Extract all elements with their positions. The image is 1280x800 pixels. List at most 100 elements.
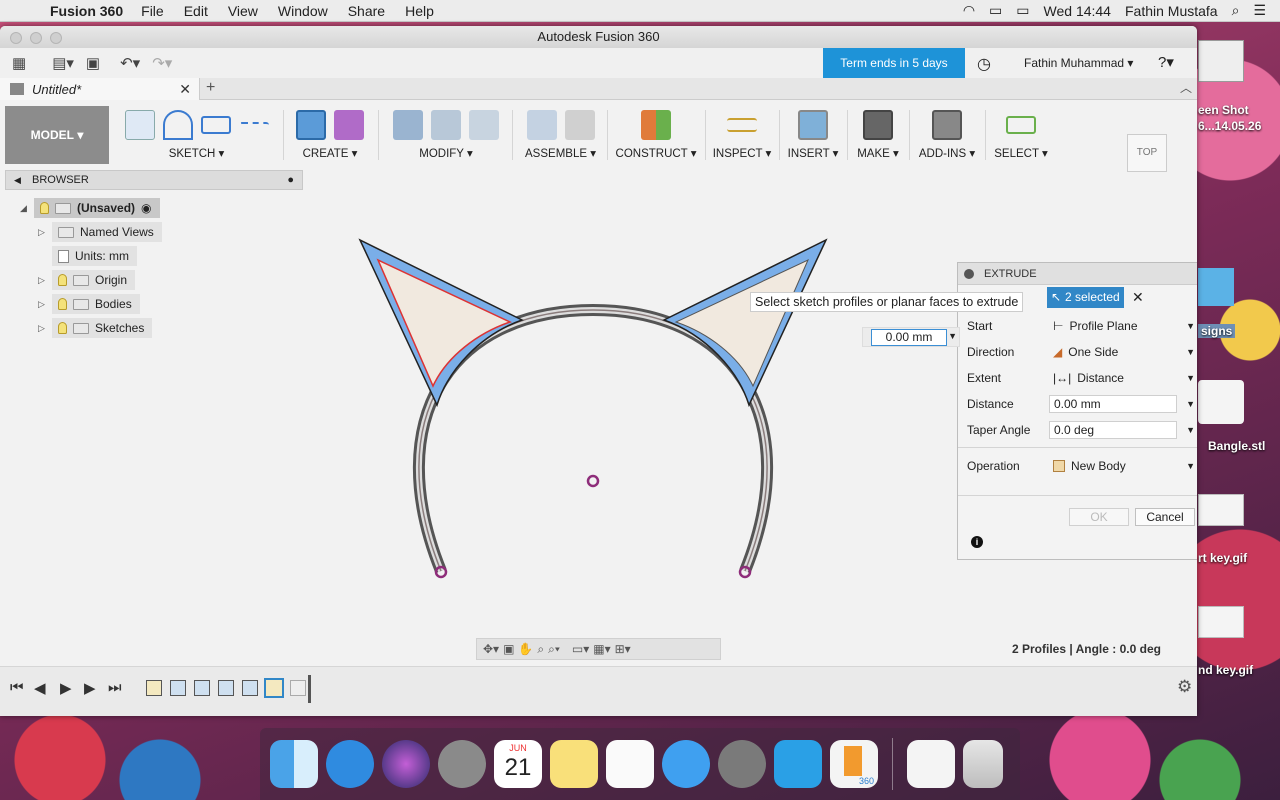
fusion-360-icon[interactable]: 360 <box>830 740 878 788</box>
measure-icon[interactable] <box>727 118 757 132</box>
reminders-icon[interactable] <box>606 740 654 788</box>
folder-icon[interactable] <box>1198 268 1234 306</box>
make-group[interactable]: MAKE ▾ <box>852 106 904 164</box>
browser-item-sketches[interactable]: ▷ Sketches <box>38 318 153 338</box>
account-menu[interactable]: Fathin Muhammad ▾ <box>1024 48 1133 78</box>
new-tab-icon[interactable]: + <box>206 79 215 97</box>
airplay-icon[interactable]: ▭ <box>989 2 1002 19</box>
expand-triangle-icon[interactable]: ▷ <box>38 299 52 310</box>
zoom-icon[interactable]: ⌕ <box>537 642 544 657</box>
browser-root[interactable]: ◢ (Unsaved) ◉ <box>20 198 160 218</box>
canvas-distance-value[interactable]: 0.00 mm <box>871 329 947 346</box>
center-point[interactable] <box>586 474 600 488</box>
menu-window[interactable]: Window <box>278 3 328 19</box>
rectangle-icon[interactable] <box>200 116 231 134</box>
line-icon[interactable] <box>162 110 193 140</box>
undo-icon[interactable]: ↶▾ <box>114 48 146 78</box>
system-preferences-icon[interactable] <box>718 740 766 788</box>
timeline-feature[interactable] <box>218 680 234 696</box>
extrude-dialog-header[interactable]: EXTRUDE <box>958 263 1197 285</box>
look-at-icon[interactable]: ▣ <box>503 642 514 656</box>
expand-triangle-icon[interactable]: ▷ <box>38 275 52 286</box>
file-menu-icon[interactable]: ▤▾ <box>46 48 80 78</box>
siri-icon[interactable] <box>382 740 430 788</box>
save-icon[interactable]: ▣ <box>80 48 106 78</box>
gif-file-icon[interactable] <box>1198 494 1244 526</box>
3d-print-icon[interactable] <box>863 110 893 140</box>
create-group[interactable]: CREATE ▾ <box>290 106 370 164</box>
direction-select[interactable]: ◢ One Side ▼ <box>1049 342 1195 362</box>
close-window-button[interactable] <box>10 32 22 44</box>
operation-select[interactable]: New Body ▼ <box>1049 456 1195 476</box>
extrude-icon[interactable] <box>296 110 326 140</box>
menu-edit[interactable]: Edit <box>184 3 208 19</box>
browser-item-bodies[interactable]: ▷ Bodies <box>38 294 140 314</box>
fillet-icon[interactable] <box>431 110 461 140</box>
visibility-bulb-icon[interactable] <box>58 322 67 334</box>
construct-group[interactable]: CONSTRUCT ▾ <box>612 106 700 164</box>
joint-icon[interactable] <box>564 110 595 140</box>
job-status-clock-icon[interactable]: ◷ <box>977 54 991 74</box>
desktop-file-label[interactable]: signs <box>1198 324 1236 338</box>
orbit-icon[interactable]: ✥▾ <box>483 642 499 656</box>
headband-arc[interactable] <box>412 303 774 574</box>
chevron-down-icon[interactable]: ▼ <box>1186 425 1195 435</box>
modify-group[interactable]: MODIFY ▾ <box>385 106 507 164</box>
browser-item-origin[interactable]: ▷ Origin <box>38 270 136 290</box>
safari-icon[interactable] <box>326 740 374 788</box>
inspect-group[interactable]: INSPECT ▾ <box>710 106 774 164</box>
calendar-icon[interactable]: JUN 21 <box>494 740 542 788</box>
gear-icon[interactable]: ⚙ <box>1177 677 1192 697</box>
wifi-icon[interactable]: ◠ <box>963 2 975 19</box>
visibility-bulb-icon[interactable] <box>40 202 49 214</box>
browser-item-named-views[interactable]: ▷ Named Views <box>38 222 162 242</box>
visibility-bulb-icon[interactable] <box>58 274 67 286</box>
extent-select[interactable]: |↔| Distance ▼ <box>1049 368 1195 388</box>
help-icon[interactable]: ?▾ <box>1158 48 1174 78</box>
cura-icon[interactable] <box>774 740 822 788</box>
insert-group[interactable]: INSERT ▾ <box>784 106 842 164</box>
pan-icon[interactable]: ✋ <box>518 642 533 656</box>
timeline-feature[interactable] <box>242 680 258 696</box>
step-back-icon[interactable]: ◀ <box>34 679 46 697</box>
downloads-stack-icon[interactable] <box>907 740 955 788</box>
desktop-file-label[interactable]: 6...14.05.26 <box>1198 119 1261 133</box>
timeline-marker[interactable] <box>308 675 311 703</box>
cancel-button[interactable]: Cancel <box>1135 508 1195 526</box>
chamfer-icon[interactable] <box>469 110 499 140</box>
desktop-file-label[interactable]: rt key.gif <box>1198 551 1247 565</box>
visibility-bulb-icon[interactable] <box>58 298 67 310</box>
insert-image-icon[interactable] <box>798 110 828 140</box>
browser-panel-header[interactable]: BROWSER ◀ ● <box>5 170 303 190</box>
sketch-group[interactable]: SKETCH ▾ <box>114 106 279 164</box>
redo-icon[interactable]: ↷▾ <box>146 48 178 78</box>
desktop-file-label[interactable]: Bangle.stl <box>1208 439 1265 453</box>
canvas-distance-input[interactable]: 0.00 mm ▼ <box>862 327 960 347</box>
clear-selection-icon[interactable]: ✕ <box>1132 289 1144 306</box>
expand-triangle-icon[interactable]: ◢ <box>20 203 34 214</box>
form-icon[interactable] <box>334 110 364 140</box>
fit-icon[interactable]: ⌕▾ <box>548 642 560 657</box>
press-pull-icon[interactable] <box>393 110 423 140</box>
new-component-icon[interactable] <box>526 110 557 140</box>
arc-end-point[interactable] <box>434 565 448 579</box>
timeline-feature[interactable] <box>290 680 306 696</box>
screenshot-thumbnail[interactable] <box>1198 40 1244 82</box>
timeline-active-sketch[interactable] <box>264 678 284 698</box>
viewports-icon[interactable]: ⊞▾ <box>615 642 631 656</box>
add-ins-group[interactable]: ADD-INS ▾ <box>914 106 980 164</box>
collapse-icon[interactable]: ︿ <box>1180 79 1192 96</box>
menubar-app-name[interactable]: Fusion 360 <box>50 3 123 19</box>
grid-settings-icon[interactable]: ▦▾ <box>593 642 610 656</box>
trash-icon[interactable] <box>963 740 1003 788</box>
timeline-sketch-feature[interactable] <box>146 680 162 696</box>
desktop-file-label[interactable]: een Shot <box>1198 103 1249 117</box>
expand-triangle-icon[interactable]: ▷ <box>38 323 52 334</box>
display-settings-icon[interactable]: ▭▾ <box>572 642 589 656</box>
collapse-dialog-icon[interactable] <box>964 269 974 279</box>
browser-item-units[interactable]: Units: mm <box>52 246 137 266</box>
menu-file[interactable]: File <box>141 3 164 19</box>
stl-file-icon[interactable] <box>1198 380 1244 424</box>
zoom-window-button[interactable] <box>50 32 62 44</box>
expand-triangle-icon[interactable]: ▷ <box>38 227 52 238</box>
